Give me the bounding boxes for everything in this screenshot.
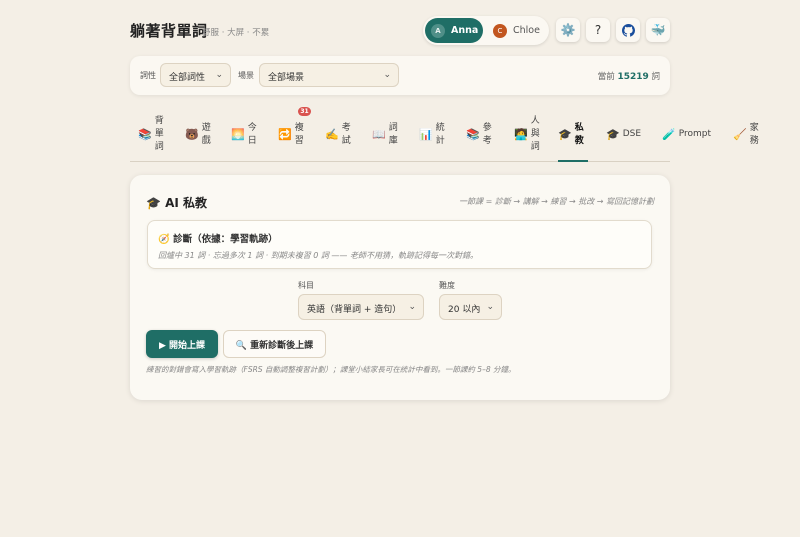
chevron-down-icon: ⌄ [383,70,391,80]
graduation-cap-icon: 🎓 [606,128,620,141]
docker-icon: 🐳 [650,23,666,37]
pos-select-value: 全部詞性 [169,73,206,83]
user-switcher: A Anna C Chloe [423,16,549,45]
open-book-icon: 📖 [372,128,386,141]
user-pill-chloe[interactable]: C Chloe [487,18,545,43]
app-title: 躺著背單詞 [130,22,208,40]
tab-label: 今日 [247,122,257,146]
tab-label: 背單詞 [154,116,164,152]
docker-button[interactable]: 🐳 [646,18,670,42]
tab-games[interactable]: 🐻 遊戲 [185,108,212,161]
tab-label: 私教 [574,122,584,146]
tab-label: 人與詞 [530,116,540,152]
difficulty-select-value: 20 以內 [448,305,481,315]
avatar: A [431,23,445,38]
user-name: Anna [451,25,479,36]
card-title: 🎓 AI 私教 [146,196,208,210]
tab-label: 統計 [435,122,445,146]
tutor-card: 🎓 AI 私教 一節課 = 診斷 → 講解 → 練習 → 批改 → 寫回記憶計劃… [130,175,670,400]
tab-label: Prompt [678,129,711,139]
help-icon: ? [594,23,602,37]
repeat-icon: 🔁 [278,128,292,141]
app-header: 躺著背單詞 舒服 · 大屏 · 不累 A Anna C Chloe ⚙️ ? 🐳 [130,16,670,46]
subject-label: 科目 [298,281,314,290]
tab-label: 遊戲 [201,122,211,146]
tab-memorize[interactable]: 📚 背單詞 [138,108,165,161]
tab-dse[interactable]: 🎓 DSE [606,108,641,161]
tab-exam[interactable]: ✍️ 考試 [325,108,352,161]
scene-label: 場景 [238,71,254,80]
tab-label: DSE [622,129,642,139]
chevron-down-icon: ⌄ [215,70,223,80]
bear-icon: 🐻 [185,128,199,141]
tab-prompt[interactable]: 🧪 Prompt [662,108,711,161]
diagnosis-panel: 🧭 診斷（依據：學習軌跡） 回爐中 31 詞 · 忘過多次 1 詞 · 到期未複… [147,220,652,269]
tab-tutor[interactable]: 🎓 私教 [558,108,588,162]
count-suffix: 詞 [651,72,660,82]
review-count-badge: 31 [298,107,311,116]
start-lesson-button[interactable]: ▶ 開始上課 [146,330,218,358]
tab-chores[interactable]: 🧹 家務 [733,108,760,161]
tab-reference[interactable]: 📚 參考 [466,108,493,161]
tab-label: 考試 [341,122,351,146]
rediagnose-button[interactable]: 🔍 重新診斷後上課 [223,330,326,358]
difficulty-select[interactable]: 20 以內 ⌄ [439,294,502,320]
lesson-footnote: 練習的對錯會寫入學習軌跡（FSRS 自動調整複習計劃）；課堂小結家長可在統計中看… [146,365,516,374]
help-button[interactable]: ? [586,18,610,42]
graduation-cap-icon: 🎓 [558,128,572,141]
lesson-flow: 一節課 = 診斷 → 講解 → 練習 → 批改 → 寫回記憶計劃 [459,197,654,206]
github-button[interactable] [616,18,640,42]
books-icon: 📚 [138,128,152,141]
diagnosis-title: 🧭 診斷（依據：學習軌跡） [158,234,278,245]
chevron-down-icon: ⌄ [486,302,494,312]
test-tube-icon: 🧪 [662,128,676,141]
settings-button[interactable]: ⚙️ [556,18,580,42]
main-tabs: 📚 背單詞 🐻 遊戲 🌅 今日 🔁 複習 31 ✍️ 考試 📖 詞庫 📊 統計 … [130,107,711,162]
books-icon: 📚 [466,128,480,141]
pos-label: 詞性 [140,71,156,80]
writing-hand-icon: ✍️ [325,128,339,141]
tab-wordbank[interactable]: 📖 詞庫 [372,108,399,161]
word-count: 當前 15219 詞 [598,70,660,82]
subject-select[interactable]: 英語（背單詞 + 造句） ⌄ [298,294,424,320]
filter-bar: 詞性 全部詞性 ⌄ 場景 全部場景 ⌄ 當前 15219 詞 [130,56,670,95]
tab-review[interactable]: 🔁 複習 31 [278,107,311,161]
difficulty-label: 難度 [439,281,455,290]
scene-select[interactable]: 全部場景 ⌄ [259,63,399,87]
avatar: C [493,23,507,38]
gear-icon: ⚙️ [560,23,576,37]
tab-label: 家務 [749,122,759,146]
count-prefix: 當前 [597,72,615,82]
app-subtitle: 舒服 · 大屏 · 不累 [202,28,270,38]
tab-today[interactable]: 🌅 今日 [231,108,258,161]
tab-label: 詞庫 [388,122,398,146]
broom-icon: 🧹 [733,128,747,141]
subject-select-value: 英語（背單詞 + 造句） [307,305,402,315]
sunrise-icon: 🌅 [231,128,245,141]
tab-people-words[interactable]: 🧑‍💻 人與詞 [514,108,541,161]
technologist-icon: 🧑‍💻 [514,128,528,141]
tab-label: 參考 [482,122,492,146]
github-icon [621,23,635,37]
tab-label: 複習 [294,122,304,146]
scene-select-value: 全部場景 [268,73,305,83]
pos-select[interactable]: 全部詞性 ⌄ [160,63,231,87]
user-pill-anna[interactable]: A Anna [425,18,483,43]
count-value: 15219 [617,72,649,82]
diagnosis-text: 回爐中 31 詞 · 忘過多次 1 詞 · 到期未複習 0 詞 —— 老師不用猜… [158,251,478,260]
bar-chart-icon: 📊 [419,128,433,141]
tab-stats[interactable]: 📊 統計 [419,108,446,161]
chevron-down-icon: ⌄ [408,302,416,312]
user-name: Chloe [513,25,540,36]
